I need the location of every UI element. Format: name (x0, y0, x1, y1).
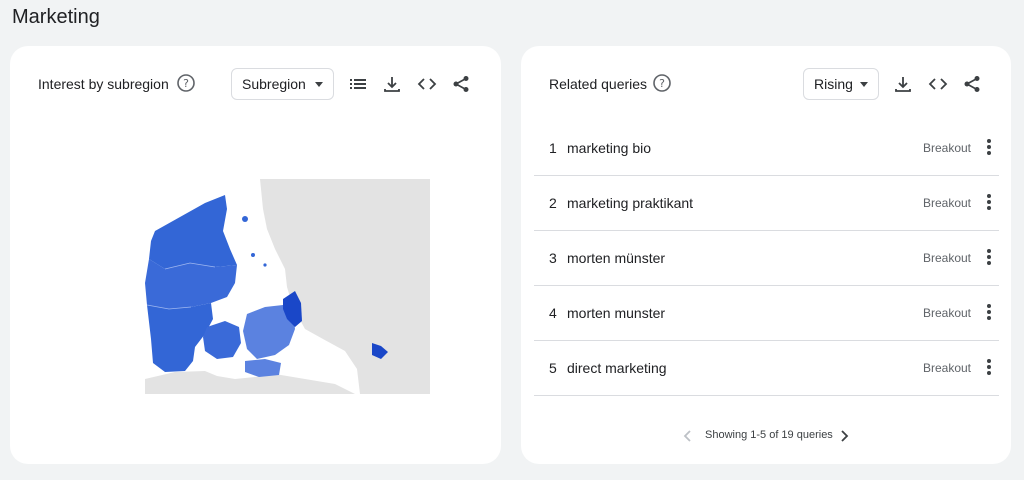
svg-text:?: ? (183, 77, 189, 90)
subregion-dropdown[interactable]: Subregion (231, 68, 334, 100)
list-item[interactable]: 5 direct marketing Breakout (534, 341, 999, 396)
chevron-right-icon[interactable] (837, 429, 851, 443)
map-region-germany (145, 371, 355, 394)
query-value: Breakout (922, 196, 971, 210)
caret-down-icon (860, 82, 868, 87)
more-vert-icon[interactable] (985, 139, 993, 159)
query-rank: 5 (549, 360, 557, 376)
help-icon[interactable]: ? (652, 73, 672, 93)
card-title: Interest by subregion (38, 76, 169, 92)
card-header: Interest by subregion ? Subregion (10, 68, 501, 100)
map-region-lolland (245, 359, 281, 377)
download-icon[interactable] (382, 74, 402, 94)
card-header: Related queries ? Rising (521, 68, 1011, 100)
query-text[interactable]: morten münster (567, 250, 665, 266)
dropdown-value: Subregion (242, 76, 306, 92)
query-text[interactable]: direct marketing (567, 360, 667, 376)
embed-icon[interactable] (417, 74, 437, 94)
svg-text:?: ? (659, 77, 665, 90)
rising-dropdown[interactable]: Rising (803, 68, 879, 100)
pagination: Showing 1-5 of 19 queries (521, 426, 1011, 446)
query-text[interactable]: morten munster (567, 305, 665, 321)
list-item[interactable]: 2 marketing praktikant Breakout (534, 176, 999, 231)
more-vert-icon[interactable] (985, 304, 993, 324)
query-rank: 2 (549, 195, 557, 211)
list-icon[interactable] (348, 74, 368, 94)
map-region-sweden (260, 179, 430, 394)
map-region-north-jutland (149, 195, 237, 269)
map-region-funen (203, 321, 241, 359)
query-rank: 1 (549, 140, 557, 156)
share-icon[interactable] (451, 74, 471, 94)
list-item[interactable]: 3 morten münster Breakout (534, 231, 999, 286)
query-rank: 4 (549, 305, 557, 321)
interest-by-subregion-card: Interest by subregion ? Subregion (10, 46, 501, 464)
subregion-map[interactable] (135, 179, 430, 394)
download-icon[interactable] (893, 74, 913, 94)
query-value: Breakout (922, 306, 971, 320)
caret-down-icon (315, 82, 323, 87)
query-value: Breakout (922, 251, 971, 265)
chevron-left-icon[interactable] (681, 429, 695, 443)
map-region-central-jutland (145, 259, 237, 309)
query-value: Breakout (922, 361, 971, 375)
related-queries-card: Related queries ? Rising 1 marketing bio… (521, 46, 1011, 464)
list-item[interactable]: 1 marketing bio Breakout (534, 121, 999, 176)
more-vert-icon[interactable] (985, 359, 993, 379)
query-rank: 3 (549, 250, 557, 266)
query-list: 1 marketing bio Breakout 2 marketing pra… (534, 121, 999, 396)
card-title: Related queries (549, 76, 648, 92)
page-title: Marketing (12, 6, 100, 28)
help-icon[interactable]: ? (176, 73, 196, 93)
more-vert-icon[interactable] (985, 194, 993, 214)
more-vert-icon[interactable] (985, 249, 993, 269)
query-value: Breakout (922, 141, 971, 155)
dropdown-value: Rising (814, 76, 853, 92)
embed-icon[interactable] (928, 74, 948, 94)
query-text[interactable]: marketing bio (567, 140, 651, 156)
list-item[interactable]: 4 morten munster Breakout (534, 286, 999, 341)
query-text[interactable]: marketing praktikant (567, 195, 693, 211)
share-icon[interactable] (962, 74, 982, 94)
pagination-text: Showing 1-5 of 19 queries (705, 429, 833, 441)
